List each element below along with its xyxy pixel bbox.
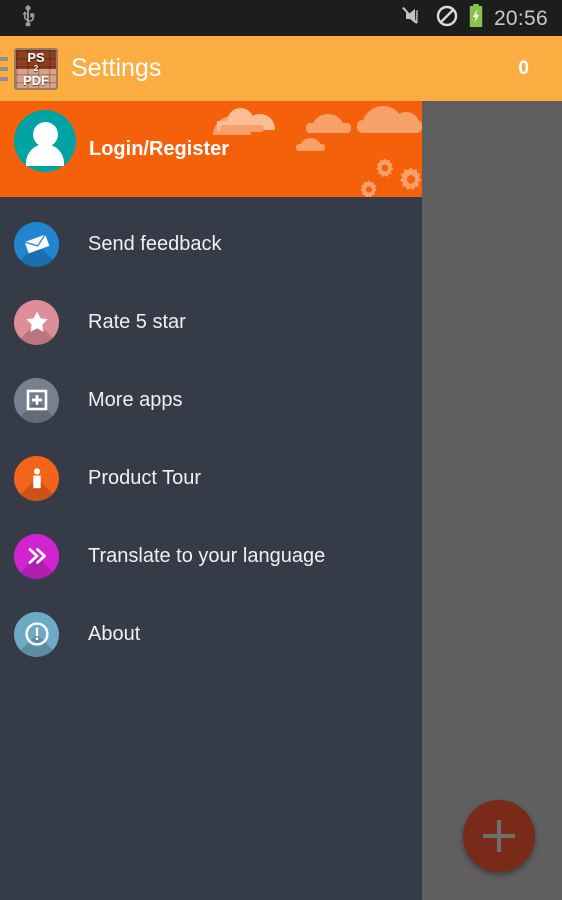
drawer-item-translate[interactable]: Translate to your language (0, 517, 422, 595)
drawer-item-label: Product Tour (88, 467, 202, 489)
cloud-icon (306, 123, 351, 133)
gear-icon (360, 180, 377, 197)
double-chevron-icon (14, 533, 59, 579)
drawer-item-label: About (88, 623, 141, 645)
drawer-item-more-apps[interactable]: More apps (0, 361, 422, 439)
drawer-item-product-tour[interactable]: Product Tour (0, 439, 422, 517)
page-title: Settings (71, 54, 162, 82)
drawer-item-send-feedback[interactable]: Send feedback (0, 205, 422, 283)
app-screen: 20:56 PS 2 PDF Settings 0 Login/Register… (0, 0, 562, 900)
do-not-disturb-icon (436, 5, 458, 32)
drawer-item-about[interactable]: About (0, 595, 422, 673)
drawer-header-login-register[interactable]: Login/Register (0, 101, 422, 197)
drawer-item-rate-5-star[interactable]: Rate 5 star (0, 283, 422, 361)
exclamation-circle-icon (14, 611, 59, 657)
plus-square-icon (14, 377, 59, 423)
add-fab-button[interactable] (463, 800, 535, 872)
user-avatar-icon (14, 110, 76, 172)
status-bar-clock: 20:56 (493, 6, 548, 30)
app-icon-top-text: PS (27, 50, 45, 65)
vibrate-off-icon (401, 6, 425, 31)
plus-icon (483, 834, 515, 838)
drawer-header-label: Login/Register (89, 137, 230, 160)
person-icon (14, 455, 59, 501)
star-icon (14, 299, 59, 345)
cloud-icon (357, 120, 422, 133)
app-icon-mid-text: 2 (33, 64, 39, 73)
envelope-icon (14, 221, 59, 267)
drawer-item-label: Translate to your language (88, 545, 326, 567)
navigation-drawer: Login/Register Send feedback Rate 5 star… (0, 101, 422, 900)
drawer-item-label: Rate 5 star (88, 311, 186, 333)
drawer-menu-list: Send feedback Rate 5 star More apps Prod… (0, 197, 422, 673)
gear-icon (399, 167, 422, 191)
usb-icon (18, 4, 38, 32)
cloud-icon (296, 144, 325, 151)
item-count-badge[interactable]: 0 (518, 58, 562, 80)
battery-charging-icon (469, 3, 483, 33)
app-icon-bottom-text: PDF (23, 73, 49, 88)
status-bar-left (0, 4, 38, 32)
hamburger-menu-icon[interactable] (0, 56, 8, 81)
status-bar-right: 20:56 (401, 3, 562, 33)
drawer-item-label: Send feedback (88, 233, 222, 255)
status-bar: 20:56 (0, 0, 562, 36)
action-bar: PS 2 PDF Settings 0 (0, 36, 562, 101)
drawer-item-label: More apps (88, 389, 183, 411)
ps2pdf-app-icon: PS 2 PDF (14, 47, 58, 90)
